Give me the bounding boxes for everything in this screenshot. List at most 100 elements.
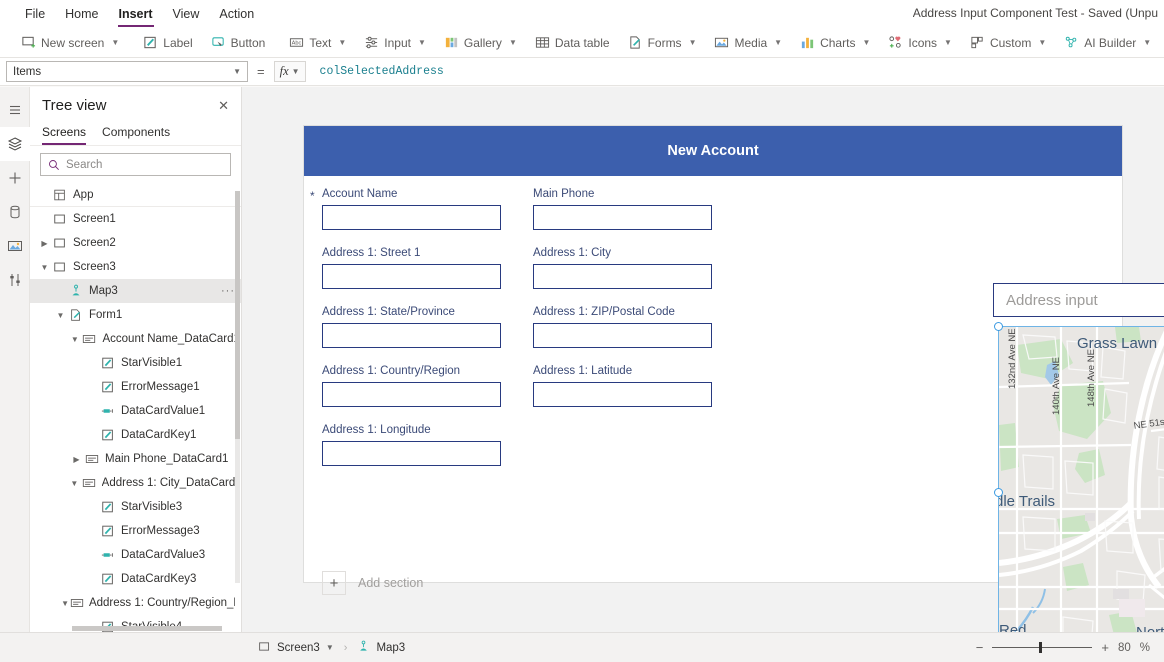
map-canvas[interactable]: ©2020 TomTom ©2019 Microsoft Grass LawnC…: [999, 327, 1164, 632]
tree-node-label: Account Name_DataCard1: [102, 333, 235, 345]
field-input[interactable]: [533, 205, 712, 230]
tree-view-header: Tree view ✕: [30, 87, 241, 120]
fx-button[interactable]: fx ▼: [274, 61, 306, 82]
title-bar: FileHomeInsertViewAction Address Input C…: [0, 0, 1164, 28]
menu-item-insert[interactable]: Insert: [110, 2, 162, 27]
tree-node-screen2[interactable]: ▶Screen2: [30, 231, 241, 255]
search-input[interactable]: Search: [40, 153, 231, 176]
tree-node-datacardvalue1[interactable]: DataCardValue1: [30, 399, 241, 423]
ribbon-icons-button[interactable]: Icons▼: [879, 31, 961, 55]
close-icon[interactable]: ✕: [216, 98, 231, 114]
chevron-right-icon[interactable]: ▶: [38, 239, 51, 248]
breadcrumb-map3[interactable]: Map3: [357, 640, 405, 656]
zoom-out-button[interactable]: −: [976, 640, 984, 655]
property-select[interactable]: Items ▼: [6, 61, 248, 82]
menu-item-file[interactable]: File: [16, 2, 54, 27]
menu-item-view[interactable]: View: [164, 2, 209, 27]
ribbon-data-table-button[interactable]: Data table: [526, 31, 619, 55]
insert-ribbon: New screen▼LabelButtonAbcText▼Input▼Gall…: [0, 28, 1164, 58]
tree-node-screen1[interactable]: Screen1: [30, 207, 241, 231]
zoom-slider[interactable]: [992, 642, 1092, 654]
tree-node-starvisible3[interactable]: StarVisible3: [30, 495, 241, 519]
label-icon: [99, 524, 116, 538]
tree-node-form1[interactable]: ▼Form1: [30, 303, 241, 327]
menu-item-action[interactable]: Action: [210, 2, 263, 27]
ribbon-item-label: Button: [231, 36, 266, 50]
chevron-down-icon[interactable]: ▼: [69, 335, 82, 344]
rail-data-icon[interactable]: [0, 195, 30, 229]
chevron-down-icon[interactable]: ▼: [54, 311, 67, 320]
tree-node-datacardkey3[interactable]: DataCardKey3: [30, 567, 241, 591]
tree-node-address-1-city-datacard1[interactable]: ▼ Address 1: City_DataCard1: [30, 471, 241, 495]
ribbon-mixed-reality-button[interactable]: Mixed Reality▼: [1160, 31, 1164, 55]
rail-tree-view-icon[interactable]: [0, 127, 30, 161]
formula-input[interactable]: colSelectedAddress: [312, 61, 1158, 82]
chevron-down-icon[interactable]: ▼: [60, 599, 70, 608]
ribbon-text-button[interactable]: AbcText▼: [280, 31, 355, 55]
tree-node-app[interactable]: App: [30, 183, 241, 207]
ribbon-forms-button[interactable]: Forms▼: [619, 31, 706, 55]
tree-tab-components[interactable]: Components: [102, 122, 170, 145]
ai-builder-icon: [1064, 35, 1079, 50]
ribbon-media-button[interactable]: Media▼: [705, 31, 791, 55]
field-input[interactable]: [322, 205, 501, 230]
field-label: Address 1: ZIP/Postal Code: [533, 306, 712, 318]
rail-insert-icon[interactable]: [0, 161, 30, 195]
tree-node-errormessage1[interactable]: ErrorMessage1: [30, 375, 241, 399]
ribbon-charts-button[interactable]: Charts▼: [791, 31, 879, 55]
field-input[interactable]: [533, 382, 712, 407]
formula-bar: Items ▼ = fx ▼ colSelectedAddress: [0, 58, 1164, 86]
breadcrumb-screen3[interactable]: Screen3▼: [258, 640, 334, 656]
tree-node-map3[interactable]: Map3···: [30, 279, 241, 303]
ribbon-gallery-button[interactable]: Gallery▼: [435, 31, 526, 55]
field-input[interactable]: [533, 323, 712, 348]
address-input-placeholder: Address input: [1006, 292, 1098, 309]
rail-hamburger-menu-icon[interactable]: [0, 93, 30, 127]
tree-node-datacardkey1[interactable]: DataCardKey1: [30, 423, 241, 447]
tree-tab-screens[interactable]: Screens: [42, 122, 86, 145]
chevron-down-icon: ▼: [1038, 38, 1046, 47]
tree-node-starvisible1[interactable]: StarVisible1: [30, 351, 241, 375]
ribbon-item-label: Gallery: [464, 36, 502, 50]
ribbon-button-button[interactable]: Button: [202, 31, 275, 55]
tree-node-label: StarVisible3: [121, 501, 182, 513]
ribbon-ai-builder-button[interactable]: AI Builder▼: [1055, 31, 1160, 55]
field-input[interactable]: [322, 264, 501, 289]
address-input[interactable]: Address input: [993, 283, 1164, 317]
label-icon: [99, 500, 116, 514]
field-input[interactable]: [533, 264, 712, 289]
field-input[interactable]: [322, 323, 501, 348]
chevron-down-icon[interactable]: ▼: [326, 643, 334, 652]
tree-node-account-name-datacard1[interactable]: ▼ Account Name_DataCard1: [30, 327, 241, 351]
tree-node-errormessage3[interactable]: ErrorMessage3: [30, 519, 241, 543]
zoom-in-button[interactable]: +: [1101, 640, 1109, 655]
rail-advanced-tools-icon[interactable]: [0, 263, 30, 297]
tree-node-label: Main Phone_DataCard1: [105, 453, 228, 465]
form-header: New Account: [304, 126, 1122, 176]
add-section-button[interactable]: + Add section: [322, 571, 423, 595]
tree-node-main-phone-datacard1[interactable]: ▶ Main Phone_DataCard1: [30, 447, 241, 471]
map-pin-icon: [67, 284, 84, 298]
chevron-right-icon[interactable]: ▶: [70, 455, 83, 464]
map-control[interactable]: ©2020 TomTom ©2019 Microsoft Grass LawnC…: [999, 327, 1164, 632]
chevron-down-icon[interactable]: ▼: [38, 263, 51, 272]
field-input[interactable]: [322, 382, 501, 407]
tree-node-datacardvalue3[interactable]: DataCardValue3: [30, 543, 241, 567]
ribbon-label-button[interactable]: Label: [134, 31, 201, 55]
chevron-down-icon[interactable]: ▼: [68, 479, 80, 488]
menu-item-home[interactable]: Home: [56, 2, 107, 27]
field-input[interactable]: [322, 441, 501, 466]
ribbon-input-button[interactable]: Input▼: [355, 31, 435, 55]
more-options-icon[interactable]: ···: [221, 285, 235, 297]
tree-node-label: DataCardKey3: [121, 573, 196, 585]
tree-node-address-1-country-region-datacard[interactable]: ▼Address 1: Country/Region_DataCard: [30, 591, 241, 615]
rail-media-icon[interactable]: [0, 229, 30, 263]
tree-vertical-scrollbar[interactable]: [235, 191, 240, 583]
tree-node-label: Address 1: City_DataCard1: [102, 477, 235, 489]
tree-horizontal-scrollbar[interactable]: [72, 626, 222, 631]
form-field-address-1-street-1: Address 1: Street 1: [322, 247, 501, 289]
main-menu: FileHomeInsertViewAction: [0, 2, 263, 27]
tree-node-screen3[interactable]: ▼Screen3: [30, 255, 241, 279]
ribbon-new-screen-button[interactable]: New screen▼: [12, 31, 128, 55]
ribbon-custom-button[interactable]: Custom▼: [961, 31, 1055, 55]
